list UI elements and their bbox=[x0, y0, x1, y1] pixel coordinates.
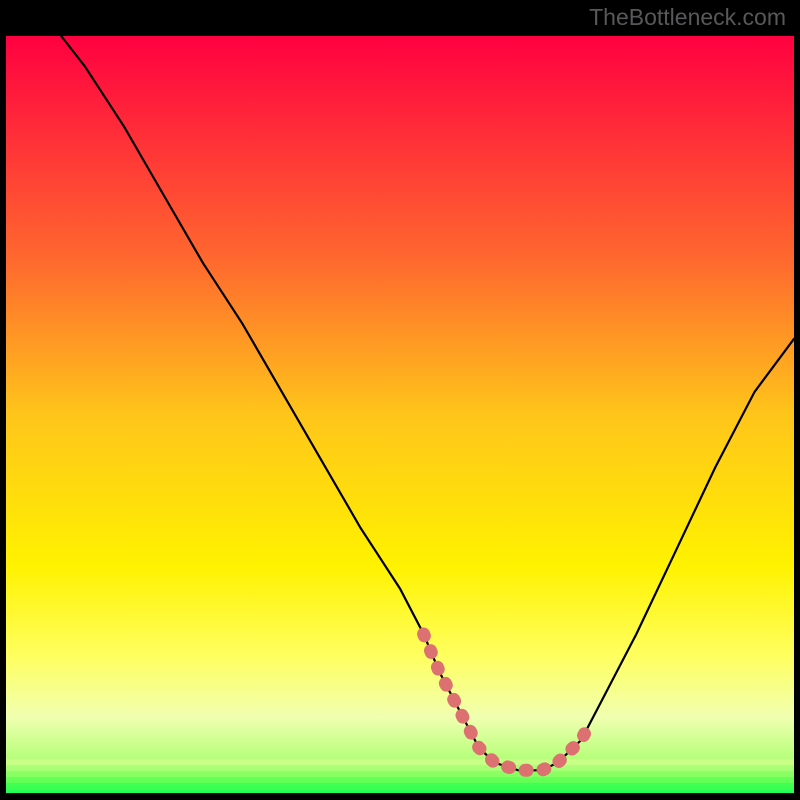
watermark-text: TheBottleneck.com bbox=[589, 4, 786, 31]
green-stripes bbox=[6, 759, 794, 789]
chart-gradient-background bbox=[6, 36, 794, 793]
bottleneck-chart bbox=[0, 0, 800, 800]
